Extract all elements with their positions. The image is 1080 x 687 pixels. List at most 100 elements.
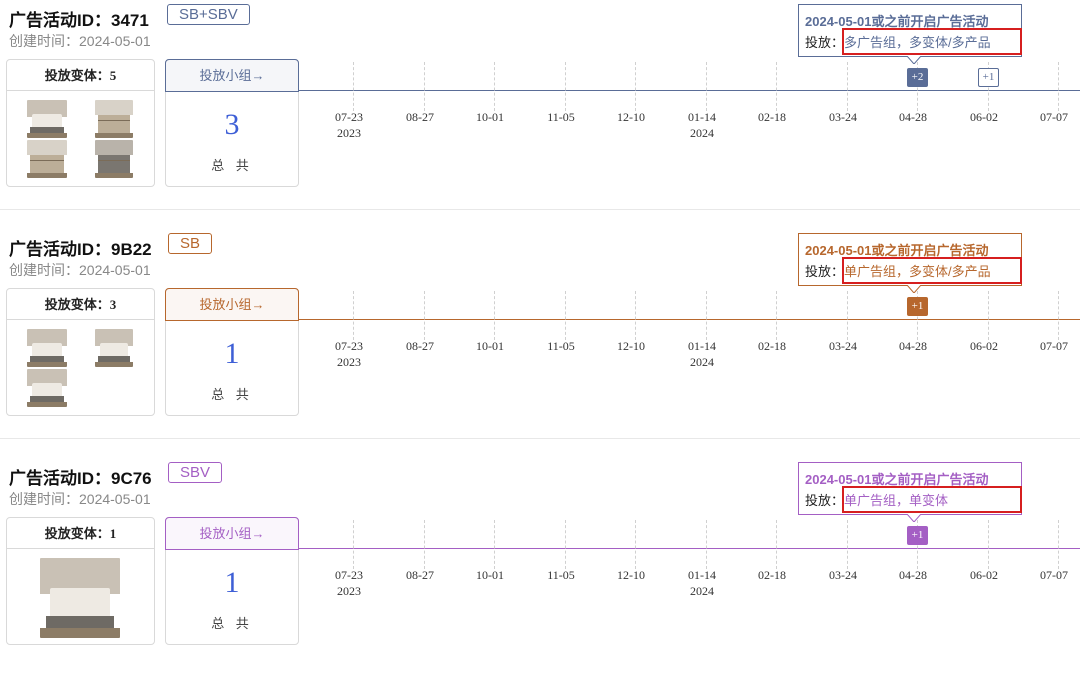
timeline-gridline <box>494 291 495 340</box>
date-text: 01-14 <box>688 110 716 124</box>
timeline-date-label: 11-05 <box>536 109 586 125</box>
timeline-date-label: 07-23 2023 <box>324 109 374 141</box>
timeline-gridline <box>424 520 425 569</box>
created-date: 创建时间：2024-05-01 <box>9 262 151 278</box>
campaign-title: 广告活动ID：9B22 <box>9 240 152 259</box>
variants-count: 1 <box>109 526 117 541</box>
annotation-pointer-icon <box>907 56 921 64</box>
date-year: 2023 <box>337 126 361 140</box>
timeline-axis <box>298 319 1080 320</box>
total-label: 总 共 <box>211 158 253 173</box>
date-year: 2024 <box>690 126 714 140</box>
date-text: 03-24 <box>829 339 857 353</box>
campaign-row: 广告活动ID：9C76 SBV 创建时间：2024-05-01 投放变体：1 投放小… <box>0 458 1080 687</box>
date-text: 06-02 <box>970 339 998 353</box>
timeline-gridline <box>424 62 425 111</box>
timeline-date-label: 03-24 <box>818 567 868 583</box>
ad-type-badge: SB <box>168 233 213 254</box>
timeline-date-label: 04-28 <box>888 109 938 125</box>
timeline-date-label: 08-27 <box>395 338 445 354</box>
timeline-date-label: 07-23 2023 <box>324 567 374 599</box>
highlight-box <box>842 257 1022 284</box>
timeline-gridline <box>565 62 566 111</box>
timeline-gridline <box>776 62 777 111</box>
timeline-date-label: 02-18 <box>747 338 797 354</box>
variants-label: 投放变体： <box>44 68 110 83</box>
timeline-axis <box>298 548 1080 549</box>
variants-label: 投放变体： <box>44 526 110 541</box>
bedroom-photo-large-thumbnail[interactable] <box>40 558 120 638</box>
timeline-axis <box>298 90 1080 91</box>
annotation-prefix: 投放： <box>805 493 845 508</box>
ad-group-count: 1 <box>224 337 240 370</box>
date-text: 03-24 <box>829 110 857 124</box>
variants-header: 投放变体：1 <box>7 518 154 549</box>
ad-group-button[interactable]: 投放小组→ <box>165 288 299 321</box>
date-text: 10-01 <box>476 339 504 353</box>
timeline-date-label: 02-18 <box>747 109 797 125</box>
timeline-date-label: 12-10 <box>606 109 656 125</box>
timeline-marker[interactable]: +1 <box>907 297 928 316</box>
total-label: 总 共 <box>211 616 253 631</box>
date-text: 07-23 <box>335 339 363 353</box>
ad-group-button[interactable]: 投放小组→ <box>165 517 299 550</box>
ad-group-panel: 投放小组→ 1 总 共 <box>165 288 299 416</box>
created-date: 创建时间：2024-05-01 <box>9 491 151 507</box>
date-text: 03-24 <box>829 568 857 582</box>
campaign-row: 广告活动ID：9B22 SB 创建时间：2024-05-01 投放变体：3 投放小组… <box>0 229 1080 458</box>
annotation-pointer-icon <box>907 285 921 293</box>
dresser-photo-thumbnail[interactable] <box>27 140 67 178</box>
timeline-gridline <box>1058 520 1059 569</box>
variants-header: 投放变体：5 <box>7 60 154 91</box>
timeline-date-label: 04-28 <box>888 338 938 354</box>
timeline-gridline <box>706 62 707 111</box>
created-date: 创建时间：2024-05-01 <box>9 33 151 49</box>
ad-group-button[interactable]: 投放小组→ <box>165 59 299 92</box>
ad-group-count: 1 <box>224 566 240 599</box>
date-year: 2024 <box>690 584 714 598</box>
campaign-title: 广告活动ID：3471 <box>9 11 149 30</box>
timeline-date-label: 01-14 2024 <box>677 567 727 599</box>
timeline-date-label: 07-07 <box>1029 109 1079 125</box>
date-text: 07-23 <box>335 110 363 124</box>
timeline-date-label: 12-10 <box>606 567 656 583</box>
highlight-box <box>842 486 1022 513</box>
timeline-gridline <box>706 520 707 569</box>
campaign-row: 广告活动ID：3471 SB+SBV 创建时间：2024-05-01 投放变体：5 … <box>0 0 1080 229</box>
timeline-date-label: 10-01 <box>465 338 515 354</box>
bedroom-photo-thumbnail[interactable] <box>27 369 67 407</box>
dark-dresser-photo-thumbnail[interactable] <box>95 140 133 178</box>
timeline-gridline <box>847 291 848 340</box>
timeline-date-label: 08-27 <box>395 567 445 583</box>
timeline-gridline <box>988 291 989 340</box>
dresser-photo-thumbnail[interactable] <box>95 100 133 138</box>
bedroom-photo-thumbnail[interactable] <box>27 100 67 138</box>
timeline-marker[interactable]: +1 <box>978 68 999 87</box>
date-text: 07-07 <box>1040 568 1068 582</box>
campaign-title: 广告活动ID：9C76 <box>9 469 152 488</box>
date-text: 04-28 <box>899 568 927 582</box>
date-text: 07-23 <box>335 568 363 582</box>
timeline-gridline <box>353 62 354 111</box>
timeline-date-label: 01-14 2024 <box>677 338 727 370</box>
timeline-gridline <box>565 291 566 340</box>
timeline-date-label: 07-07 <box>1029 567 1079 583</box>
bedroom-photo-thumbnail[interactable] <box>27 329 67 367</box>
timeline-date-label: 01-14 2024 <box>677 109 727 141</box>
date-year: 2023 <box>337 584 361 598</box>
timeline-date-label: 03-24 <box>818 338 868 354</box>
timeline-gridline <box>565 520 566 569</box>
timeline-marker[interactable]: +1 <box>907 526 928 545</box>
timeline-marker[interactable]: +2 <box>907 68 928 87</box>
date-text: 02-18 <box>758 568 786 582</box>
timeline-gridline <box>424 291 425 340</box>
timeline-gridline <box>776 520 777 569</box>
annotation-pointer-icon <box>907 514 921 522</box>
variants-count: 3 <box>109 297 117 312</box>
date-text: 07-07 <box>1040 110 1068 124</box>
timeline-gridline <box>1058 62 1059 111</box>
timeline-date-label: 08-27 <box>395 109 445 125</box>
bedroom-photo-thumbnail[interactable] <box>95 329 133 367</box>
timeline-date-label: 02-18 <box>747 567 797 583</box>
date-text: 10-01 <box>476 568 504 582</box>
